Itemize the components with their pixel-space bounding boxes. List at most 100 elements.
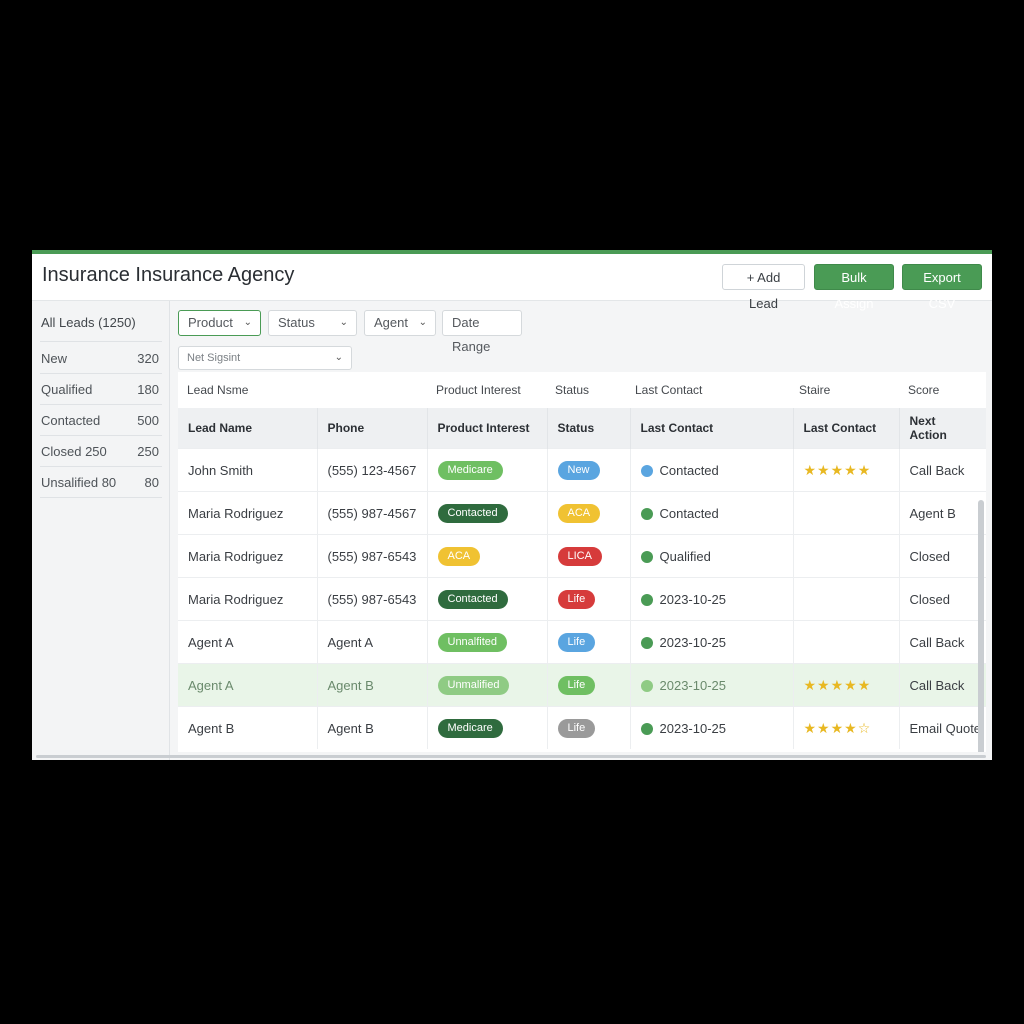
sidebar-item-count: 500 — [137, 413, 159, 428]
table-row[interactable]: Agent B Agent B Medicare Life 2023-10-25 ★★★★… — [178, 706, 986, 749]
search-input[interactable]: Net Sigsint ⌄ — [178, 346, 352, 370]
agent-filter-label: Agent — [374, 315, 408, 330]
next-action-cell[interactable]: Email Quote — [899, 706, 986, 749]
ghost-col-staire: Staire — [799, 383, 831, 397]
lead-name: Maria Rodriguez — [188, 505, 284, 521]
last-contact-cell: 2023-10-25 — [630, 663, 794, 707]
last-contact: 2023-10-25 — [659, 677, 727, 693]
col-last-contact-2[interactable]: Last Contact — [793, 408, 900, 449]
sidebar-item-qualified[interactable]: Qualified 180 — [41, 382, 159, 397]
vertical-scrollbar[interactable] — [978, 500, 984, 752]
phone-cell: (555) 987-4567 — [317, 491, 428, 535]
product-badge: Unnalfited — [437, 632, 508, 652]
last-contact-cell: Contacted — [630, 448, 794, 492]
rating-cell: ★★★★★ — [793, 663, 900, 707]
next-action: Call Back — [909, 462, 965, 478]
col-lead-name[interactable]: Lead Name — [178, 408, 318, 449]
product-filter[interactable]: Product ⌄ — [178, 310, 261, 336]
ghost-col-score: Score — [908, 383, 940, 397]
status-cell: Life — [547, 577, 631, 621]
product-cell: ACA — [427, 534, 548, 578]
product-badge: Medicare — [437, 718, 503, 738]
status-dot-icon — [640, 679, 653, 692]
sidebar-item-count: 320 — [137, 351, 159, 366]
chevron-down-icon: ⌄ — [243, 317, 252, 328]
sidebar-item-label: New — [41, 351, 68, 366]
last-contact: 2023-10-25 — [659, 634, 727, 650]
status-cell: Life — [547, 620, 631, 664]
next-action-cell[interactable]: Call Back — [899, 620, 986, 664]
date-range-label: Date Range — [452, 315, 491, 354]
col-next-action[interactable]: Next Action — [899, 408, 986, 449]
sidebar-all-leads[interactable]: All Leads (1250) — [41, 315, 136, 330]
product-badge: ACA — [437, 546, 481, 566]
table-row[interactable]: Maria Rodriguez (555) 987-6543 Contacted Li… — [178, 577, 986, 621]
bulk-assign-button[interactable]: Bulk Assign — [814, 264, 894, 311]
last-contact: Contacted — [659, 462, 719, 478]
next-action: Call Back — [909, 634, 965, 650]
next-action: Closed — [909, 591, 950, 607]
lead-name-cell: Agent B — [178, 706, 318, 749]
phone: Agent B — [327, 677, 374, 693]
add-lead-button[interactable]: + Add Lead — [722, 264, 805, 311]
export-csv-button[interactable]: Export CSV — [902, 264, 982, 311]
next-action: Email Quote — [909, 720, 982, 736]
star-rating-icon: ★★★★☆ — [803, 719, 872, 736]
agent-filter[interactable]: Agent ⌄ — [364, 310, 436, 336]
next-action: Call Back — [909, 677, 965, 693]
product-badge: Medicare — [437, 460, 503, 480]
ghost-header-row: Lead Nsme Product Interest Status Last C… — [178, 372, 986, 408]
ghost-col-status: Status — [555, 383, 590, 397]
col-phone[interactable]: Phone — [317, 408, 428, 449]
next-action-cell[interactable]: Agent B — [899, 491, 986, 535]
header-bar: Insurance Insurance Agency + Add Lead Bu… — [32, 254, 992, 311]
status-cell: Life — [547, 663, 631, 707]
table-row[interactable]: John Smith (555) 123-4567 Medicare New Conta… — [178, 448, 986, 492]
lead-name: Agent B — [188, 720, 235, 736]
next-action-cell[interactable]: Call Back — [899, 448, 986, 492]
lead-name-cell: Agent A — [178, 620, 318, 664]
phone: (555) 987-6543 — [327, 548, 417, 564]
product-cell: Medicare — [427, 448, 548, 492]
lead-name: Agent A — [188, 634, 234, 650]
status-dot-icon — [640, 464, 653, 477]
col-status[interactable]: Status — [547, 408, 631, 449]
status-badge: Life — [557, 675, 596, 695]
sidebar-item-unqualified[interactable]: Unsalified 80 80 — [41, 475, 159, 490]
phone: Agent A — [327, 634, 374, 650]
table-row[interactable]: Agent A Agent A Unnalfited Life 2023-10-25 Ca… — [178, 620, 986, 664]
product-filter-label: Product — [188, 315, 233, 330]
table-row[interactable]: Agent A Agent B Unmalified Life 2023-10-25 ★★… — [178, 663, 986, 707]
horizontal-scrollbar[interactable] — [36, 755, 986, 758]
divider — [40, 404, 162, 405]
sidebar-item-label: Closed 250 — [41, 444, 107, 459]
next-action: Closed — [909, 548, 950, 564]
rating-cell — [793, 620, 900, 664]
star-rating-icon: ★★★★★ — [803, 676, 872, 693]
lead-name-cell: Maria Rodriguez — [178, 534, 318, 578]
col-product-interest[interactable]: Product Interest — [427, 408, 548, 449]
rating-cell — [793, 577, 900, 621]
sidebar-item-closed[interactable]: Closed 250 250 — [41, 444, 159, 459]
next-action-cell[interactable]: Closed — [899, 577, 986, 621]
date-range-filter[interactable]: Date Range — [442, 310, 522, 354]
status-filter[interactable]: Status ⌄ — [268, 310, 357, 336]
phone-cell: Agent B — [317, 706, 428, 749]
table-row[interactable]: Maria Rodriguez (555) 987-4567 Contacted AC… — [178, 491, 986, 535]
sidebar-item-label: Qualified — [41, 382, 93, 397]
next-action-cell[interactable]: Call Back — [899, 663, 986, 707]
status-badge: Life — [557, 589, 596, 609]
table-row[interactable]: Maria Rodriguez (555) 987-6543 ACA LICA Qual… — [178, 534, 986, 578]
col-last-contact[interactable]: Last Contact — [630, 408, 794, 449]
page-title: Insurance Insurance Agency — [42, 264, 295, 286]
table-header-row: Lead Name Phone Product Interest Status … — [178, 408, 986, 449]
status-dot-icon — [640, 722, 653, 735]
last-contact: Contacted — [659, 505, 719, 521]
ghost-col-contact: Last Contact — [635, 383, 703, 397]
next-action-cell[interactable]: Closed — [899, 534, 986, 578]
chevron-down-icon: ⌄ — [339, 317, 348, 328]
sidebar-item-new[interactable]: New 320 — [41, 351, 159, 366]
product-cell: Unmalified — [427, 663, 548, 707]
status-dot-icon — [640, 593, 653, 606]
sidebar-item-contacted[interactable]: Contacted 500 — [41, 413, 159, 428]
